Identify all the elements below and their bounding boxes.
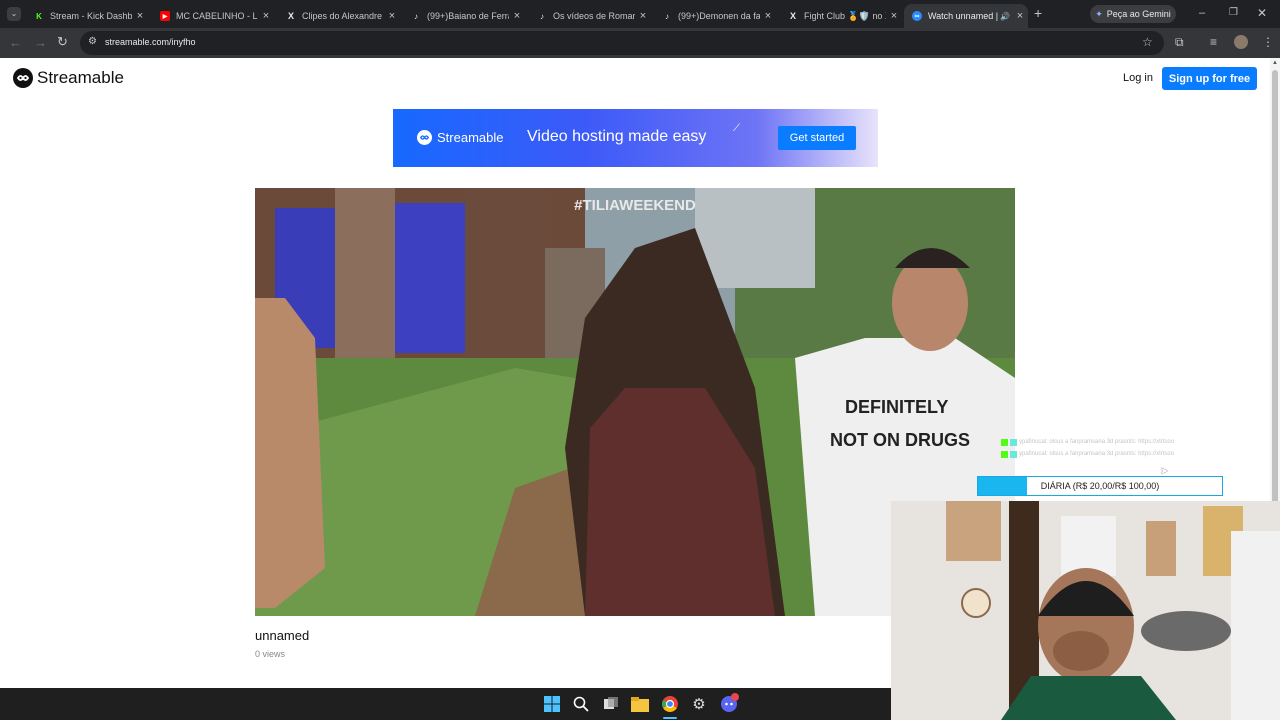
sparkle-icon: ⟋ bbox=[733, 123, 740, 134]
browser-toolbar: ← → ↻ ⚙ streamable.com/inyfho ☆ ⧉ ≡ ⋮ bbox=[0, 28, 1280, 58]
profile-avatar[interactable] bbox=[1234, 35, 1248, 49]
tab-title: MC CABELINHO - LIT bbox=[176, 11, 258, 21]
streamer-webcam bbox=[891, 501, 1280, 720]
video-overlay-hashtag: #TILIAWEEKEND bbox=[574, 197, 696, 214]
gemini-label: Peça ao Gemini bbox=[1106, 9, 1171, 19]
task-view-icon[interactable] bbox=[602, 695, 620, 713]
browser-tab[interactable]: ♪ Os vídeos de Romariz × bbox=[529, 4, 651, 28]
browser-tab[interactable]: X Clipes do Alexandre n × bbox=[278, 4, 400, 28]
gemini-button[interactable]: ✦ Peça ao Gemini bbox=[1090, 5, 1176, 23]
tab-search-chevron-icon[interactable]: ⌄ bbox=[7, 7, 21, 21]
menu-kebab-icon[interactable]: ⋮ bbox=[1262, 35, 1274, 49]
close-tab-icon[interactable]: × bbox=[509, 10, 525, 22]
stream-chat-overlay: ypafinucal: olsus a fanpramsana 3d prasn… bbox=[1001, 436, 1231, 460]
video-title: unnamed bbox=[255, 628, 310, 643]
browser-tab[interactable]: ▶ MC CABELINHO - LIT × bbox=[152, 4, 274, 28]
audio-playing-icon[interactable]: 🔊 bbox=[1000, 12, 1010, 21]
url-text: streamable.com/inyfho bbox=[105, 37, 196, 47]
tab-title: Os vídeos de Romariz bbox=[553, 11, 635, 21]
tiktok-icon: ♪ bbox=[414, 11, 418, 21]
kick-badge-icon bbox=[1001, 438, 1008, 446]
site-info-icon[interactable]: ⚙ bbox=[88, 36, 97, 47]
tiktok-icon: ♪ bbox=[665, 11, 669, 21]
back-icon[interactable]: ← bbox=[9, 36, 22, 50]
signup-button[interactable]: Sign up for free bbox=[1162, 67, 1257, 90]
close-tab-icon[interactable]: × bbox=[1012, 10, 1028, 22]
sub-badge-icon bbox=[1010, 438, 1017, 446]
minimize-icon[interactable]: – bbox=[1199, 6, 1205, 20]
close-tab-icon[interactable]: × bbox=[132, 10, 148, 22]
extensions-icon[interactable]: ⧉ bbox=[1175, 35, 1184, 49]
streamable-logo-icon bbox=[13, 68, 33, 88]
close-tab-icon[interactable]: × bbox=[384, 10, 400, 22]
shirt-text-2: NOT ON DRUGS bbox=[830, 430, 970, 450]
login-link[interactable]: Log in bbox=[1123, 72, 1153, 84]
mouse-cursor-icon: ➤ bbox=[1160, 466, 1169, 477]
get-started-button[interactable]: Get started bbox=[778, 126, 856, 150]
x-icon: X bbox=[287, 11, 294, 21]
scroll-up-icon[interactable]: ▲ bbox=[1272, 60, 1278, 66]
kick-icon: K bbox=[36, 11, 42, 21]
new-tab-icon[interactable]: + bbox=[1034, 6, 1042, 20]
browser-tab-active[interactable]: ∞ Watch unnamed | 🔊 × bbox=[904, 4, 1028, 28]
browser-tab[interactable]: K Stream - Kick Dashboa × bbox=[26, 4, 148, 28]
close-tab-icon[interactable]: × bbox=[635, 10, 651, 22]
banner-tagline: Video hosting made easy bbox=[527, 128, 707, 145]
streamable-logo-icon bbox=[417, 130, 432, 145]
x-icon: X bbox=[789, 11, 796, 21]
streamable-logo[interactable]: Streamable bbox=[13, 68, 124, 88]
file-explorer-icon[interactable] bbox=[631, 695, 649, 713]
kick-badge-icon bbox=[1001, 450, 1008, 458]
windows-taskbar: ⚙ bbox=[0, 688, 891, 720]
windows-start-icon[interactable] bbox=[543, 695, 561, 713]
promo-banner[interactable]: Streamable Video hosting made easy ⟋ Get… bbox=[393, 109, 878, 167]
youtube-icon: ▶ bbox=[160, 11, 170, 21]
close-tab-icon[interactable]: × bbox=[886, 10, 902, 22]
reading-list-icon[interactable]: ≡ bbox=[1210, 35, 1217, 49]
browser-tab-strip: ⌄ K Stream - Kick Dashboa × ▶ MC CABELIN… bbox=[0, 0, 1280, 28]
tab-title: Stream - Kick Dashboa bbox=[50, 11, 132, 21]
close-tab-icon[interactable]: × bbox=[760, 10, 776, 22]
reload-icon[interactable]: ↻ bbox=[57, 35, 68, 49]
tab-title: Clipes do Alexandre n bbox=[302, 11, 384, 21]
banner-brand-name: Streamable bbox=[437, 130, 504, 145]
chat-message: ypafinucal: olsus a fanpramsana 3d prasn… bbox=[1019, 439, 1175, 445]
tab-title: Fight Club 🏅🛡️ no X bbox=[804, 10, 886, 21]
chrome-icon[interactable] bbox=[661, 695, 679, 713]
tab-title: (99+)Baiano de Ferra bbox=[427, 11, 509, 21]
banner-brand: Streamable bbox=[417, 130, 503, 145]
close-tab-icon[interactable]: × bbox=[258, 10, 274, 22]
donation-goal-bar: DIÁRIA (R$ 20,00/R$ 100,00) bbox=[977, 476, 1223, 496]
tiktok-icon: ♪ bbox=[540, 11, 544, 21]
notification-badge bbox=[731, 693, 739, 701]
restore-icon[interactable]: ❐ bbox=[1229, 6, 1238, 20]
bookmark-star-icon[interactable]: ☆ bbox=[1142, 35, 1153, 49]
webcam-frame bbox=[891, 501, 1280, 720]
sub-badge-icon bbox=[1010, 450, 1017, 458]
goal-label: DIÁRIA (R$ 20,00/R$ 100,00) bbox=[1040, 481, 1160, 491]
address-bar[interactable]: ⚙ streamable.com/inyfho ☆ bbox=[80, 31, 1164, 55]
shirt-text-1: DEFINITELY bbox=[845, 397, 948, 417]
forward-icon[interactable]: → bbox=[34, 36, 47, 50]
tab-title: (99+)Demonen da fan bbox=[678, 11, 760, 21]
close-window-icon[interactable]: ✕ bbox=[1257, 6, 1267, 20]
tab-title: Watch unnamed | bbox=[928, 11, 999, 21]
browser-tab[interactable]: ♪ (99+)Demonen da fan × bbox=[654, 4, 776, 28]
chat-line: ypafinucal: olsus a fanpramsana 3d prasn… bbox=[1001, 448, 1231, 460]
brand-name: Streamable bbox=[37, 68, 124, 87]
search-icon[interactable] bbox=[572, 695, 590, 713]
streamable-icon: ∞ bbox=[912, 11, 922, 21]
chat-message: ypafinucal: olsus a fanpramsana 3d prasn… bbox=[1019, 451, 1175, 457]
chat-line: ypafinucal: olsus a fanpramsana 3d prasn… bbox=[1001, 436, 1231, 448]
gemini-sparkle-icon: ✦ bbox=[1095, 8, 1103, 19]
browser-tab[interactable]: X Fight Club 🏅🛡️ no X × bbox=[780, 4, 902, 28]
view-count: 0 views bbox=[255, 649, 286, 659]
chrome-active-indicator bbox=[663, 717, 677, 719]
browser-tab[interactable]: ♪ (99+)Baiano de Ferra × bbox=[403, 4, 525, 28]
settings-icon[interactable]: ⚙ bbox=[690, 695, 708, 713]
